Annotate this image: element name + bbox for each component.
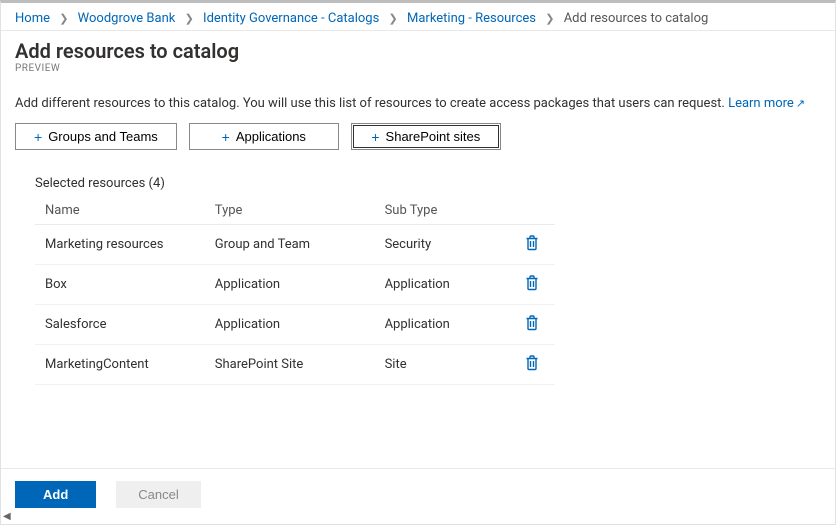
sharepoint-sites-button[interactable]: + SharePoint sites xyxy=(351,123,501,150)
resource-name: Box xyxy=(35,265,205,305)
selected-resources-heading: Selected resources (4) xyxy=(1,160,835,197)
selected-resources-table: Name Type Sub Type Marketing resourcesGr… xyxy=(35,197,555,385)
scroll-left-icon[interactable]: ◀ xyxy=(3,511,11,522)
plus-icon: + xyxy=(34,130,42,144)
footer-action-bar: Add Cancel xyxy=(1,468,835,524)
column-header-subtype: Sub Type xyxy=(375,197,513,225)
chevron-right-icon: ❯ xyxy=(545,12,554,25)
trash-icon xyxy=(525,239,539,254)
button-label: Applications xyxy=(236,129,306,144)
resource-type: Group and Team xyxy=(205,225,375,265)
breadcrumb-link-governance[interactable]: Identity Governance - Catalogs xyxy=(203,11,379,26)
column-header-name: Name xyxy=(35,197,205,225)
add-button[interactable]: Add xyxy=(15,481,96,508)
trash-icon xyxy=(525,359,539,374)
delete-resource-button[interactable] xyxy=(523,353,541,376)
delete-resource-button[interactable] xyxy=(523,273,541,296)
resource-subtype: Application xyxy=(375,305,513,345)
table-row: SalesforceApplicationApplication xyxy=(35,305,555,345)
resource-name: MarketingContent xyxy=(35,345,205,385)
resource-type: SharePoint Site xyxy=(205,345,375,385)
page-description: Add different resources to this catalog.… xyxy=(1,76,835,121)
breadcrumb-link-marketing[interactable]: Marketing - Resources xyxy=(407,11,536,26)
resource-type: Application xyxy=(205,305,375,345)
resource-type-button-row: + Groups and Teams + Applications + Shar… xyxy=(1,121,835,160)
chevron-right-icon: ❯ xyxy=(185,12,194,25)
trash-icon xyxy=(525,319,539,334)
breadcrumb-link-home[interactable]: Home xyxy=(15,11,50,26)
plus-icon: + xyxy=(222,130,230,144)
plus-icon: + xyxy=(371,130,379,144)
resource-subtype: Application xyxy=(375,265,513,305)
resource-name: Marketing resources xyxy=(35,225,205,265)
button-label: SharePoint sites xyxy=(386,129,481,144)
column-header-type: Type xyxy=(205,197,375,225)
button-label: Groups and Teams xyxy=(48,129,158,144)
chevron-right-icon: ❯ xyxy=(389,12,398,25)
resource-subtype: Security xyxy=(375,225,513,265)
trash-icon xyxy=(525,279,539,294)
breadcrumb: Home ❯ Woodgrove Bank ❯ Identity Governa… xyxy=(1,3,835,31)
chevron-right-icon: ❯ xyxy=(59,12,68,25)
delete-resource-button[interactable] xyxy=(523,313,541,336)
description-text: Add different resources to this catalog.… xyxy=(15,96,728,111)
cancel-button[interactable]: Cancel xyxy=(116,481,200,508)
page-title: Add resources to catalog xyxy=(15,39,821,63)
resource-name: Salesforce xyxy=(35,305,205,345)
resource-type: Application xyxy=(205,265,375,305)
table-row: BoxApplicationApplication xyxy=(35,265,555,305)
table-row: Marketing resourcesGroup and TeamSecurit… xyxy=(35,225,555,265)
page-header: Add resources to catalog PREVIEW xyxy=(1,31,835,76)
breadcrumb-link-woodgrove[interactable]: Woodgrove Bank xyxy=(78,11,176,26)
delete-resource-button[interactable] xyxy=(523,233,541,256)
groups-teams-button[interactable]: + Groups and Teams xyxy=(15,123,177,150)
preview-tag: PREVIEW xyxy=(15,63,821,74)
applications-button[interactable]: + Applications xyxy=(189,123,339,150)
learn-more-link[interactable]: Learn more↗ xyxy=(728,96,805,111)
table-row: MarketingContentSharePoint SiteSite xyxy=(35,345,555,385)
resource-subtype: Site xyxy=(375,345,513,385)
breadcrumb-current: Add resources to catalog xyxy=(564,11,709,26)
external-link-icon: ↗ xyxy=(796,97,805,110)
